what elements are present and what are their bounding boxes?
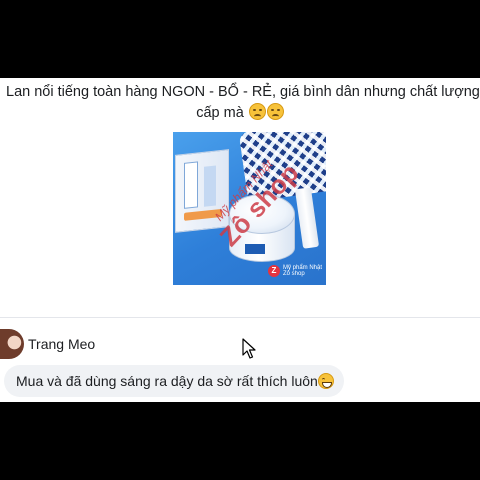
comment-author[interactable]: Trang Meo xyxy=(28,336,95,352)
facebook-post: Lan nổi tiếng toàn hàng NGON - BỔ - RẺ, … xyxy=(0,78,480,402)
weary-face-icon xyxy=(266,103,284,120)
weary-face-icon xyxy=(248,103,266,120)
divider xyxy=(0,317,480,318)
post-text-line-2: cấp mà xyxy=(196,103,284,121)
grinning-face-icon xyxy=(317,373,334,389)
shop-badge: Z Mỹ phẩm Nhật Zô shop xyxy=(267,264,322,278)
post-text-line-1: Lan nổi tiếng toàn hàng NGON - BỔ - RẺ, … xyxy=(6,84,480,100)
comment-text: Mua và đã dùng sáng ra dậy da sờ rất thí… xyxy=(16,373,318,389)
top-letterbox xyxy=(0,0,480,78)
shop-logo-icon: Z xyxy=(267,265,280,277)
jar-label xyxy=(245,244,265,254)
bottom-letterbox xyxy=(0,402,480,480)
comment-bubble: Mua và đã dùng sáng ra dậy da sờ rất thí… xyxy=(4,365,344,397)
post-photo[interactable]: Mỹ phẩm Nhật Zô shop Z Mỹ phẩm Nhật Zô s… xyxy=(173,132,326,285)
avatar[interactable] xyxy=(0,329,24,359)
post-text: Lan nổi tiếng toàn hàng NGON - BỔ - RẺ, … xyxy=(0,82,480,124)
product-tube xyxy=(294,187,320,249)
mouse-cursor-icon xyxy=(242,338,256,359)
